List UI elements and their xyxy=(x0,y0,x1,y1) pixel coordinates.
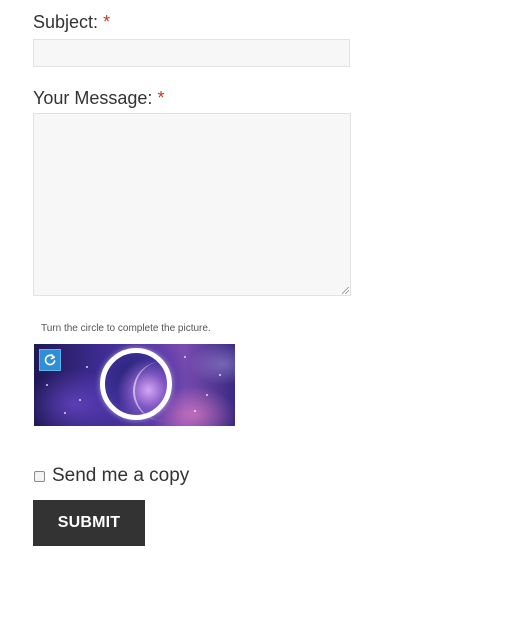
captcha-hint: Turn the circle to complete the picture. xyxy=(41,323,211,334)
send-copy-label[interactable]: Send me a copy xyxy=(52,465,189,487)
message-label-text: Your Message: xyxy=(33,88,153,108)
send-copy-row: Send me a copy xyxy=(33,465,189,487)
send-copy-checkbox[interactable] xyxy=(34,470,45,482)
rotate-icon xyxy=(44,354,56,366)
resize-grip-icon[interactable] xyxy=(342,287,349,294)
message-label: Your Message: * xyxy=(33,87,164,109)
captcha-rotatable-circle[interactable] xyxy=(100,348,172,421)
captcha-refresh-button[interactable] xyxy=(39,349,61,371)
subject-label: Subject: * xyxy=(33,11,110,33)
subject-required-mark: * xyxy=(103,12,111,32)
subject-label-text: Subject: xyxy=(33,12,99,32)
message-required-mark: * xyxy=(157,88,165,108)
message-textarea[interactable] xyxy=(33,113,351,296)
rotate-captcha xyxy=(34,344,235,426)
submit-button[interactable]: SUBMIT xyxy=(33,500,145,546)
subject-input[interactable] xyxy=(33,39,350,67)
